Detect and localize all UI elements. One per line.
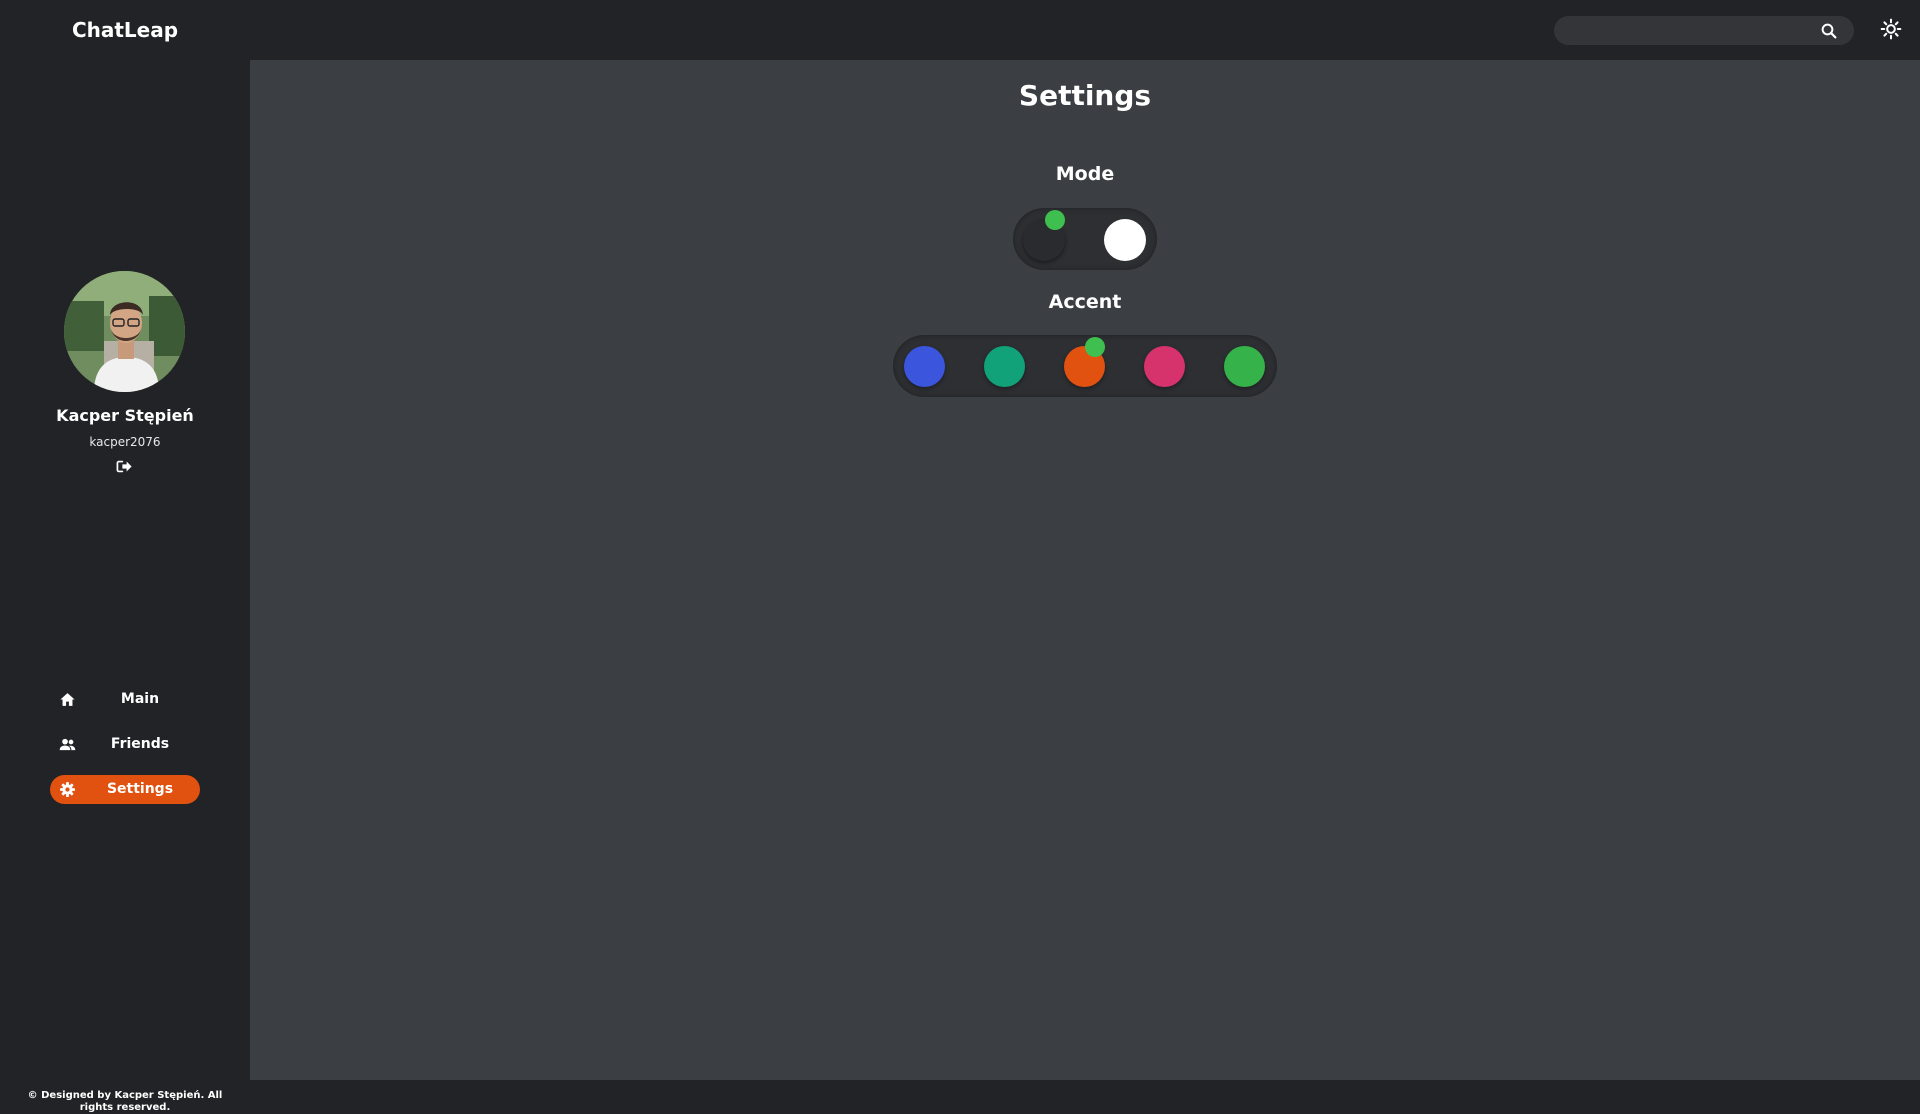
search-input[interactable]: [1570, 16, 1810, 45]
accent-option-green[interactable]: [1224, 346, 1265, 387]
accent-selector: [893, 335, 1277, 397]
footer-copyright: © Designed by Kacper Stępień. All rights…: [27, 1090, 223, 1113]
accent-option-teal[interactable]: [984, 346, 1025, 387]
logout-icon[interactable]: [116, 459, 133, 474]
nav-item-main[interactable]: Main: [50, 685, 200, 714]
nav-item-friends[interactable]: Friends: [50, 730, 200, 759]
nav-item-label: Friends: [110, 736, 170, 752]
accent-option-blue[interactable]: [904, 346, 945, 387]
selected-indicator: [1045, 210, 1065, 230]
mode-option-light[interactable]: [1104, 219, 1146, 261]
selected-indicator: [1085, 337, 1105, 357]
mode-selector: [1013, 208, 1157, 270]
main-content: Settings Mode Accent: [250, 60, 1920, 1080]
nav-item-label: Main: [120, 691, 160, 707]
mode-title: Mode: [1055, 163, 1115, 185]
sidebar: Kacper Stępień kacper2076 Main Friends S…: [0, 60, 250, 1113]
friends-icon: [59, 738, 76, 751]
accent-title: Accent: [1048, 291, 1122, 313]
app-logo[interactable]: ChatLeap: [0, 0, 250, 60]
top-bar: ChatLeap: [0, 0, 1920, 60]
home-icon: [60, 693, 75, 706]
gear-icon: [60, 782, 75, 797]
nav-item-label: Settings: [106, 781, 174, 797]
user-name: Kacper Stępień: [56, 406, 194, 425]
sun-icon[interactable]: [1880, 18, 1902, 40]
avatar: [64, 271, 185, 392]
search-bar[interactable]: [1554, 16, 1854, 45]
user-handle: kacper2076: [89, 435, 161, 449]
nav-item-settings[interactable]: Settings: [50, 775, 200, 804]
accent-option-pink[interactable]: [1144, 346, 1185, 387]
avatar-photo: [64, 271, 185, 392]
page-title: Settings: [1018, 79, 1152, 112]
search-icon[interactable]: [1820, 22, 1838, 40]
